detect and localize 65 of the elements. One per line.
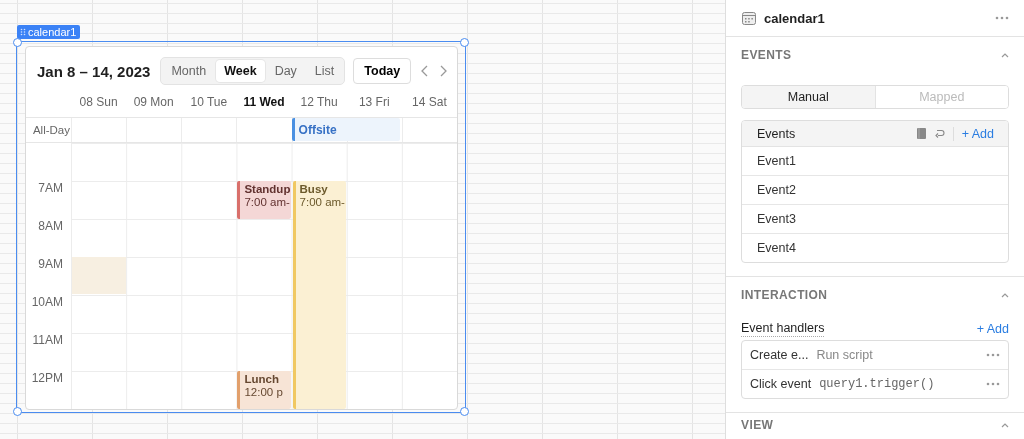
component-name: calendar1: [28, 26, 77, 38]
add-handler-link[interactable]: + Add: [976, 322, 1009, 336]
drag-handle-icon[interactable]: [20, 28, 26, 36]
resize-handle[interactable]: [460, 407, 469, 416]
all-day-label: All-Day: [32, 124, 71, 136]
day-header: 10 Tue: [189, 95, 229, 109]
hour-label: 10AM: [31, 295, 63, 309]
collapse-icon[interactable]: [1001, 292, 1009, 298]
day-header: 08 Sun: [78, 95, 119, 109]
previous-icon[interactable]: [421, 65, 429, 77]
more-icon[interactable]: [986, 382, 1000, 386]
calendar-icon: [742, 11, 756, 25]
today-button[interactable]: Today: [353, 58, 412, 84]
hour-label: 9AM: [38, 257, 63, 271]
event-row[interactable]: Event4: [742, 233, 1008, 262]
hour-label: 12PM: [31, 371, 63, 385]
resize-handle[interactable]: [13, 407, 22, 416]
hour-label: 7AM: [38, 181, 63, 195]
section-heading: VIEW: [741, 418, 774, 432]
add-event-link[interactable]: + Add: [961, 126, 994, 141]
book-icon[interactable]: [916, 128, 926, 139]
collapse-icon[interactable]: [1001, 422, 1009, 428]
section-heading: INTERACTION: [741, 288, 828, 302]
calendar-event[interactable]: Lunch 12:00 p: [237, 371, 291, 409]
event-row[interactable]: Event1: [742, 147, 1008, 175]
list-title: Events: [757, 126, 797, 141]
event-time: 7:00 am-: [299, 196, 346, 208]
event-title: Standup: [244, 183, 291, 195]
day-header: 14 Sat: [411, 95, 448, 109]
next-icon[interactable]: [440, 65, 448, 77]
refresh-icon[interactable]: [933, 128, 945, 139]
event-time: 7:00 am-: [244, 196, 291, 208]
hour-label: 8AM: [38, 219, 63, 233]
more-icon[interactable]: [995, 16, 1009, 20]
more-icon[interactable]: [986, 353, 1000, 357]
handler-action: Run script: [816, 348, 874, 362]
resize-handle[interactable]: [13, 38, 22, 47]
day-header: 13 Fri: [357, 95, 391, 109]
hour-label: 11AM: [32, 333, 63, 347]
view-tab[interactable]: Month: [163, 60, 215, 82]
all-day-event[interactable]: Offsite: [291, 118, 400, 141]
resize-handle[interactable]: [460, 38, 469, 47]
component-label[interactable]: calendar1: [17, 25, 81, 39]
event-row[interactable]: Event3: [742, 204, 1008, 233]
date-range-title: Jan 8 – 14, 2023: [37, 62, 151, 80]
view-tab[interactable]: Day: [266, 60, 305, 82]
event-title: Busy: [299, 183, 329, 195]
event-time: 12:00 p: [244, 386, 284, 398]
calendar-event[interactable]: Busy 7:00 am-: [292, 181, 346, 409]
event-row[interactable]: Event2: [742, 175, 1008, 204]
view-tab[interactable]: List: [306, 60, 343, 82]
section-heading: EVENTS: [741, 48, 792, 62]
event-title: Lunch: [244, 373, 280, 385]
day-header: 11 Wed: [242, 95, 286, 109]
day-header: 09 Mon: [132, 95, 175, 109]
calendar-event[interactable]: Standup 7:00 am-: [237, 181, 291, 219]
component-title: calendar1: [764, 10, 826, 26]
view-tab[interactable]: Week: [216, 60, 265, 82]
collapse-icon[interactable]: [1001, 52, 1009, 58]
handler-event[interactable]: Click event: [750, 377, 812, 391]
handler-action: query1.trigger(): [819, 377, 936, 391]
event-handlers-label: Event handlers: [741, 321, 825, 337]
handler-event[interactable]: Create e...: [750, 348, 809, 362]
day-header: 12 Thu: [299, 95, 339, 109]
mode-tab[interactable]: Manual: [742, 86, 875, 108]
